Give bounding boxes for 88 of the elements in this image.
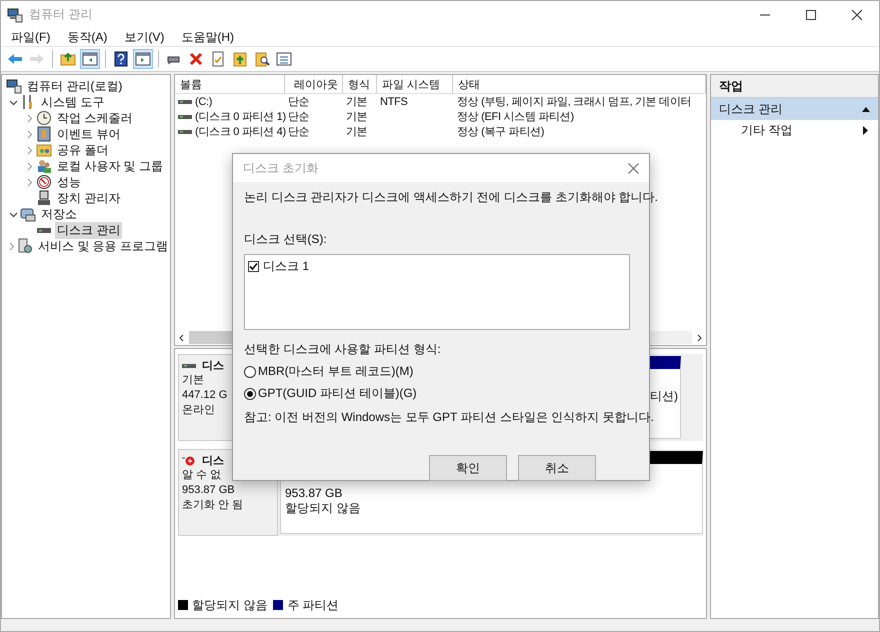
- close-icon[interactable]: [628, 162, 639, 174]
- table-cell-text: (디스크 0 파티션 1): [195, 110, 286, 124]
- tree-item[interactable]: 장치 관리자: [55, 190, 122, 206]
- disk-info-text: 447.12 G: [182, 388, 228, 403]
- partition-text: 953.87 GB: [285, 486, 342, 501]
- disk-info-text: 953.87 GB: [182, 483, 235, 498]
- tree-item[interactable]: 컴퓨터 관리(로컬): [25, 78, 124, 94]
- table-cell-text: 정상 (복구 파티션): [457, 125, 544, 139]
- dialog-title: 디스크 초기화: [243, 160, 318, 176]
- checkbox[interactable]: [248, 261, 259, 272]
- computer-management-icon: [7, 6, 23, 22]
- table-cell-text: 단순: [288, 95, 310, 109]
- actions-header: 작업: [711, 75, 878, 98]
- disk-info-text: 초기화 안 됨: [182, 498, 244, 513]
- table-cell: (C:): [195, 96, 212, 108]
- storage-icon: [20, 206, 36, 222]
- table-cell: NTFS: [380, 96, 408, 108]
- dialog-button[interactable]: 확인: [429, 455, 507, 481]
- radio-label[interactable]: GPT(GUID 파티션 테이블)(G): [258, 385, 417, 402]
- partition-style-label: 선택한 디스크에 사용할 파티션 형식:: [244, 341, 441, 358]
- actions-section[interactable]: 디스크 관리: [711, 98, 878, 120]
- maximize-icon[interactable]: [805, 8, 817, 20]
- tree-item[interactable]: 공유 폴더: [55, 142, 110, 158]
- expand-chevron-icon[interactable]: [24, 146, 34, 154]
- expand-chevron-icon[interactable]: [6, 242, 16, 250]
- table-cell-text: 정상 (EFI 시스템 파티션): [457, 110, 574, 124]
- tree-item[interactable]: 로컬 사용자 및 그룹: [55, 158, 166, 174]
- menu-item[interactable]: 보기(V): [124, 28, 164, 46]
- collapse-triangle-icon[interactable]: [862, 106, 870, 112]
- submenu-triangle-icon: [863, 126, 868, 134]
- disk-title: 디스: [202, 359, 224, 373]
- window-title: 컴퓨터 관리: [29, 6, 92, 23]
- close-icon[interactable]: [851, 8, 863, 20]
- tree-item[interactable]: 서비스 및 응용 프로그램: [36, 238, 170, 254]
- table-cell-text: 단순: [288, 110, 310, 124]
- tree-item[interactable]: 성능: [55, 174, 83, 190]
- collapse-chevron-icon[interactable]: [8, 210, 18, 218]
- table-cell-text: 단순: [288, 125, 310, 139]
- expand-chevron-icon[interactable]: [24, 130, 34, 138]
- legend-label: 할당되지 않음: [192, 596, 268, 614]
- menu-item[interactable]: 동작(A): [67, 28, 108, 46]
- table-cell-text: 기본: [346, 110, 368, 124]
- tree-item[interactable]: 작업 스케줄러: [55, 110, 134, 126]
- partition-text: 할당되지 않음: [285, 501, 360, 516]
- partition-text: 티션): [650, 389, 678, 404]
- clock-icon: [36, 110, 52, 126]
- legend-label: 주 파티션: [287, 596, 339, 614]
- actions-section-title: 디스크 관리: [719, 100, 782, 118]
- column-header[interactable]: 파일 시스템: [377, 75, 453, 93]
- disk-info-text: 알 수 없: [182, 468, 222, 483]
- collapse-chevron-icon[interactable]: [8, 98, 18, 106]
- radio-button[interactable]: [244, 388, 256, 400]
- disk-list-item[interactable]: 디스크 1: [263, 258, 310, 275]
- column-header[interactable]: 상태: [453, 75, 706, 93]
- scroll-left-icon[interactable]: [178, 334, 186, 342]
- drive-icon: [178, 128, 192, 136]
- menu-item[interactable]: 도움말(H): [181, 28, 234, 46]
- menu-item[interactable]: 파일(F): [11, 28, 50, 46]
- drive-icon: [178, 112, 192, 120]
- users-icon: [36, 158, 52, 174]
- table-cell-text: (디스크 0 파티션 4): [195, 125, 286, 139]
- table-cell-text: 기본: [346, 95, 368, 109]
- column-header[interactable]: 형식: [343, 75, 377, 93]
- column-header[interactable]: 레이아웃: [285, 75, 343, 93]
- column-header[interactable]: 볼륨: [175, 75, 285, 93]
- computer-icon: [6, 78, 22, 94]
- dialog-button[interactable]: 취소: [518, 455, 596, 481]
- disk-info-text: 기본: [182, 373, 204, 388]
- tree-item[interactable]: 시스템 도구: [39, 94, 106, 110]
- radio-button[interactable]: [244, 366, 256, 378]
- expand-chevron-icon[interactable]: [24, 162, 34, 170]
- tree-item[interactable]: 디스크 관리: [55, 222, 122, 238]
- disk-title: 디스: [202, 454, 224, 468]
- dialog-message: 논리 디스크 관리자가 디스크에 액세스하기 전에 디스크를 초기화해야 합니다.: [244, 189, 658, 206]
- tree-item[interactable]: 저장소: [39, 206, 79, 222]
- scroll-right-icon[interactable]: [695, 334, 703, 342]
- expand-chevron-icon[interactable]: [24, 114, 34, 122]
- table-cell-text: 기본: [346, 125, 368, 139]
- expand-chevron-icon[interactable]: [24, 178, 34, 186]
- tree-item[interactable]: 이벤트 뷰어: [55, 126, 122, 142]
- drive-icon: [178, 98, 192, 106]
- action-item[interactable]: 기타 작업: [741, 122, 792, 138]
- disk-error-icon: [182, 456, 196, 466]
- disk-info-text: 온라인: [182, 403, 215, 418]
- disk-list-label: 디스크 선택(S):: [244, 231, 327, 248]
- device-icon: [36, 190, 52, 206]
- table-cell-text: 정상 (부팅, 페이지 파일, 크래시 덤프, 기본 데이터: [457, 95, 692, 109]
- radio-label[interactable]: MBR(마스터 부트 레코드)(M): [258, 363, 414, 380]
